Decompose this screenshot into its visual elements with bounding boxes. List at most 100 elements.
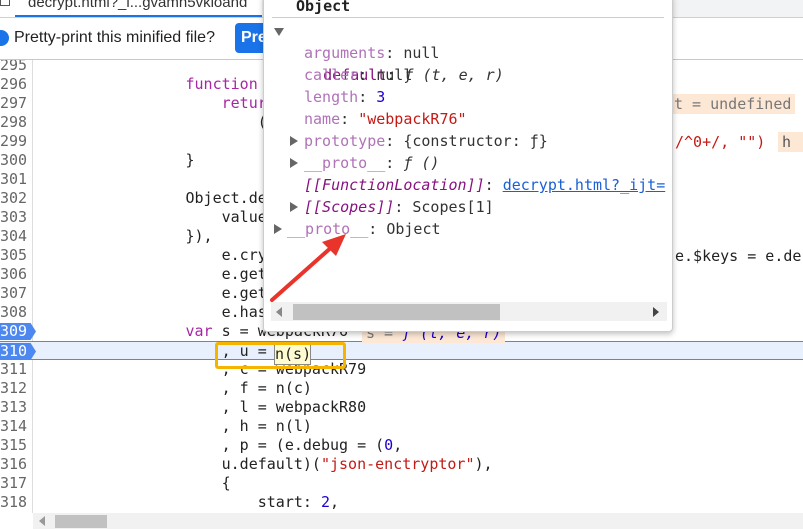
line-number[interactable]: 296 xyxy=(0,75,30,94)
popover-title: Object xyxy=(296,0,351,15)
code-token: , f = n(c) xyxy=(41,379,312,397)
code-token: e.get xyxy=(41,265,267,283)
line-number[interactable]: 303 xyxy=(0,208,30,227)
file-icon xyxy=(0,0,10,6)
code-text: e.cry xyxy=(41,246,267,265)
inline-value: t = undefined xyxy=(670,94,796,114)
tree-item-caller: caller: null xyxy=(304,66,413,84)
line-number[interactable]: 317 xyxy=(0,474,30,493)
line-number[interactable]: 299 xyxy=(0,132,30,151)
collapsed-triangle-icon[interactable] xyxy=(290,202,298,212)
code-text: e.get xyxy=(41,284,267,303)
file-tab[interactable]: decrypt.html?_i...gvamh5vkloand xyxy=(0,0,262,17)
line-number[interactable]: 318 xyxy=(0,493,30,512)
inline-value: h xyxy=(778,132,803,152)
value: {constructor: ƒ} xyxy=(403,132,548,150)
expanded-triangle-icon[interactable] xyxy=(274,28,284,36)
line-number[interactable]: 298 xyxy=(0,113,30,132)
value: null xyxy=(403,44,440,62)
source-link[interactable]: decrypt.html?_ijt= xyxy=(503,176,666,194)
collapsed-triangle-icon[interactable] xyxy=(274,224,282,234)
line-number[interactable]: 319 xyxy=(0,512,30,513)
line-number[interactable]: 314 xyxy=(0,417,30,436)
scroll-left-icon[interactable] xyxy=(276,307,282,317)
line-number[interactable]: 302 xyxy=(0,189,30,208)
code-token: value xyxy=(41,208,267,226)
code-token: , l = webpackR80 xyxy=(41,398,367,416)
popover-horizontal-scrollbar[interactable] xyxy=(271,302,667,321)
scroll-thumb[interactable] xyxy=(55,515,107,528)
divider xyxy=(272,17,664,18)
tree-item-arguments: arguments: null xyxy=(304,44,440,62)
code-token: , p = (e.debug = ( xyxy=(41,436,385,454)
scroll-right-icon[interactable] xyxy=(653,307,659,317)
line-number[interactable]: 304 xyxy=(0,227,30,246)
code-text: return xyxy=(41,94,276,113)
code-token: Object.de xyxy=(41,189,267,207)
scroll-thumb[interactable] xyxy=(293,304,500,320)
code-token: ), xyxy=(474,455,493,473)
code-fragment: /^0+/, "") xyxy=(675,133,766,151)
code-token: start: xyxy=(41,493,321,511)
tab-title: decrypt.html?_i...gvamh5vkloand xyxy=(28,0,248,11)
code-token: , xyxy=(393,436,403,454)
key: arguments xyxy=(304,44,386,62)
line-number[interactable]: 307 xyxy=(0,284,30,303)
line-number[interactable]: 308 xyxy=(0,303,30,322)
code-line: 310 , u = n(s) xyxy=(0,341,803,360)
value: null xyxy=(376,66,413,84)
line-number[interactable]: 297 xyxy=(0,94,30,113)
collapsed-triangle-icon[interactable] xyxy=(290,158,298,168)
line-number[interactable]: 312 xyxy=(0,379,30,398)
scroll-left-icon[interactable] xyxy=(39,516,45,526)
line-number[interactable]: 300 xyxy=(0,151,30,170)
value: 3 xyxy=(376,88,386,106)
code-token: 0 xyxy=(384,436,394,454)
line-number[interactable]: 305 xyxy=(0,246,30,265)
value: ƒ (t, e, r) xyxy=(404,66,504,84)
key: length xyxy=(304,88,359,106)
line-number[interactable]: 315 xyxy=(0,436,30,455)
collapsed-triangle-icon[interactable] xyxy=(290,136,298,146)
code-token: }), xyxy=(41,227,213,245)
key: caller xyxy=(304,66,359,84)
code-token: e.cry xyxy=(41,246,267,264)
key: name xyxy=(304,110,341,128)
line-number[interactable]: 301 xyxy=(0,170,30,189)
code-text: , p = (e.debug = (0, xyxy=(41,436,403,455)
code-text: e.get xyxy=(41,265,267,284)
code-token: , h = n(l) xyxy=(41,417,312,435)
key: __proto__ xyxy=(304,154,386,172)
tree-item-prototype[interactable]: prototype: {constructor: ƒ} xyxy=(290,130,548,152)
code-token: { xyxy=(41,474,231,492)
code-line: 312 , f = n(c) xyxy=(0,379,803,398)
line-number[interactable]: 306 xyxy=(0,265,30,284)
tree-item-scopes[interactable]: [[Scopes]]: Scopes[1] xyxy=(290,196,494,218)
code-text: , h = n(l) xyxy=(41,417,312,436)
object-preview-popover: Object default: ƒ (t, e, r) arguments: n… xyxy=(263,0,673,332)
code-token: 2 xyxy=(320,493,330,511)
code-token: , xyxy=(330,493,340,511)
code-token: "json-enctryptor" xyxy=(320,455,475,473)
tree-item-length: length: 3 xyxy=(304,88,386,106)
code-line: 316 u.default)("json-enctryptor"), xyxy=(0,455,803,474)
key: [[FunctionLocation]] xyxy=(304,176,485,194)
line-number[interactable]: 311 xyxy=(0,360,30,379)
hovered-expression-text: n(s) xyxy=(275,345,312,363)
code-line: 313 , l = webpackR80 xyxy=(0,398,803,417)
tree-item-proto-fn[interactable]: __proto__: ƒ () xyxy=(290,152,439,174)
code-token: var xyxy=(185,322,213,340)
line-number[interactable]: 313 xyxy=(0,398,30,417)
code-token: e.get xyxy=(41,284,267,302)
line-number[interactable]: 309 xyxy=(0,322,30,341)
code-text: start: 2, xyxy=(41,493,339,512)
line-number[interactable]: 310 xyxy=(0,342,30,361)
line-number[interactable]: 295 xyxy=(0,60,30,75)
tree-item-proto[interactable]: __proto__: Object xyxy=(274,218,441,240)
line-number[interactable]: 316 xyxy=(0,455,30,474)
code-line: 318 start: 2, xyxy=(0,493,803,512)
tree-item-default[interactable]: default: ƒ (t, e, r) xyxy=(274,20,504,84)
code-line: 315 , p = (e.debug = (0, xyxy=(0,436,803,455)
editor-horizontal-scrollbar[interactable] xyxy=(33,513,803,529)
